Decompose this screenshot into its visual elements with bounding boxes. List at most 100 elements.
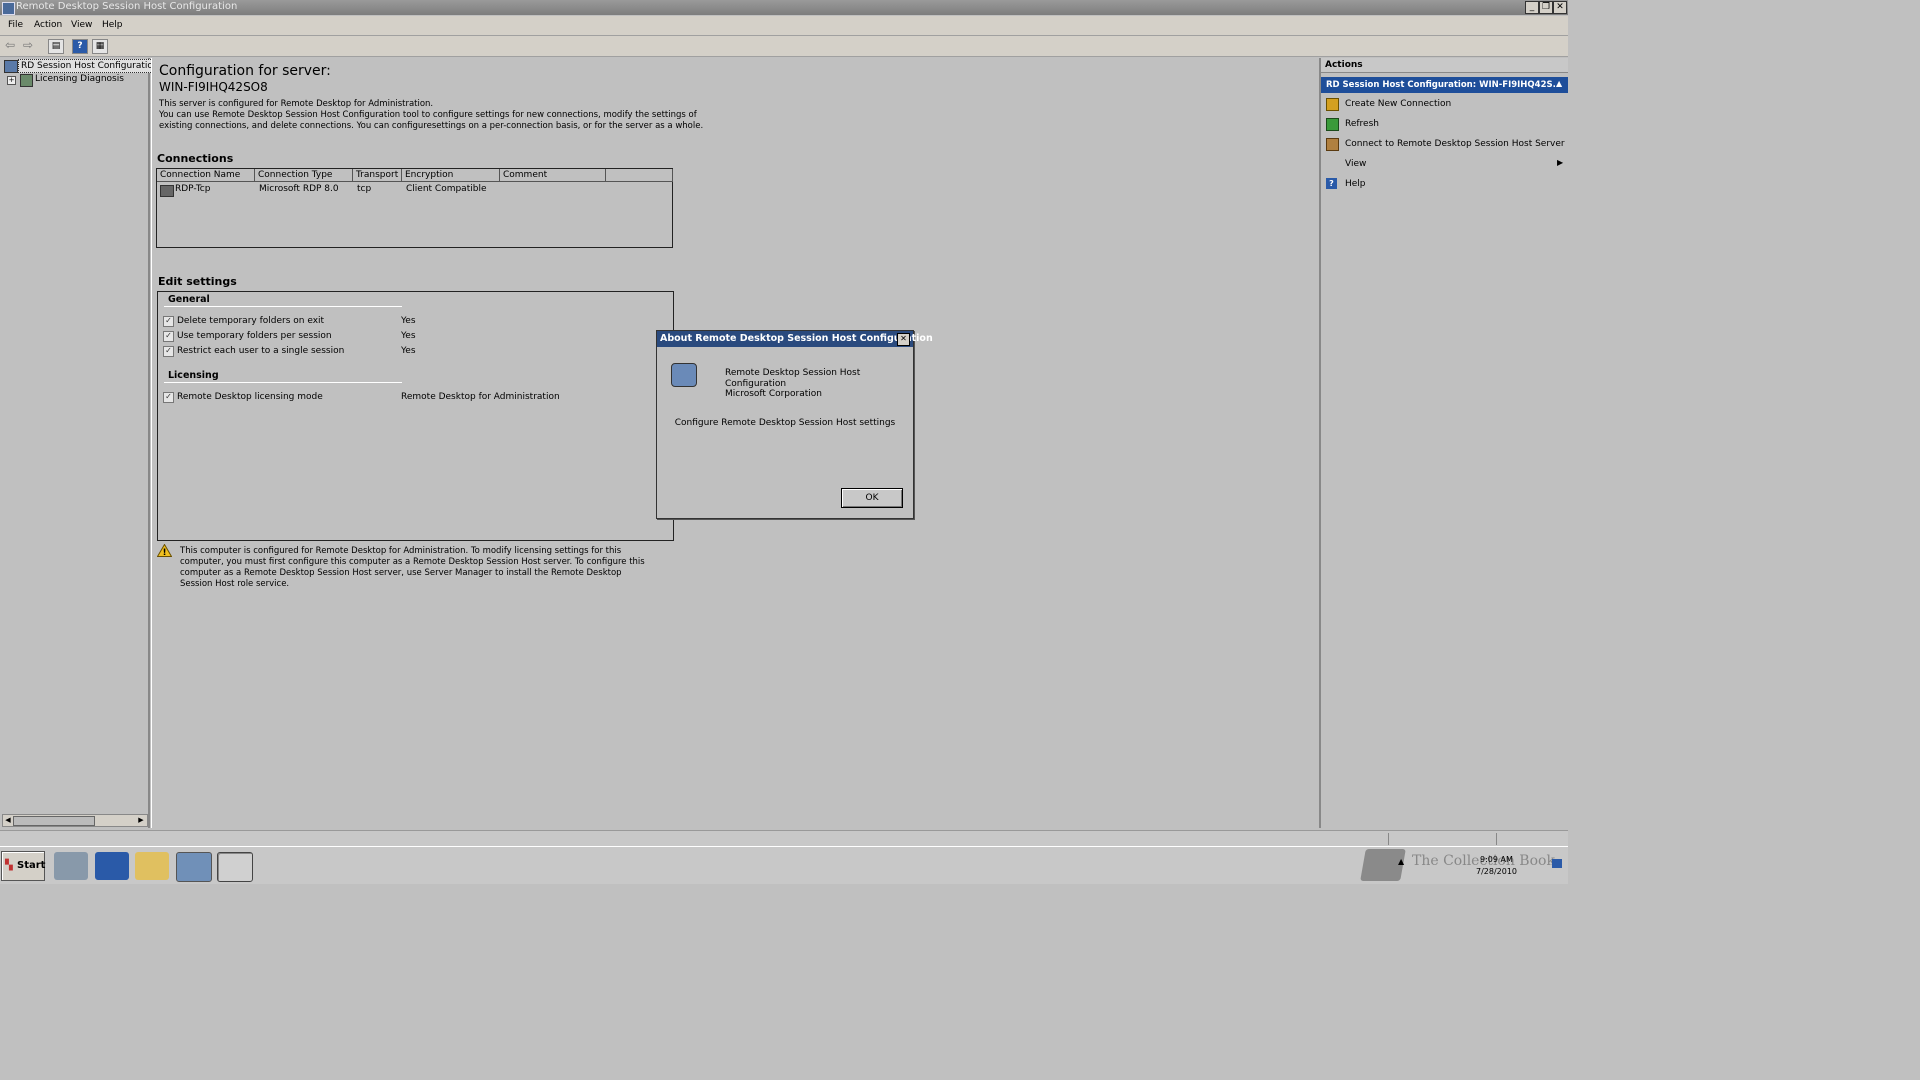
back-arrow-icon[interactable]: ⇦	[3, 39, 17, 52]
clock-time[interactable]: 9:09 AM	[1480, 855, 1513, 864]
action-create-new-connection[interactable]: Create New Connection	[1345, 99, 1451, 109]
status-divider	[1388, 833, 1389, 845]
refresh-icon	[1326, 118, 1339, 131]
edit-settings-title: Edit settings	[158, 275, 237, 288]
action-view[interactable]: View	[1345, 159, 1366, 169]
window-title: Remote Desktop Session Host Configuratio…	[16, 1, 238, 12]
powershell-icon[interactable]	[95, 852, 129, 880]
warning-icon: !	[157, 544, 172, 557]
svg-text:!: !	[162, 548, 166, 557]
rdsh-app-icon	[671, 363, 697, 387]
table-row[interactable]: RDP-Tcp Microsoft RDP 8.0 tcp Client Com…	[157, 184, 670, 197]
expand-icon[interactable]: +	[7, 76, 16, 85]
menu-bar: File Action View Help	[0, 16, 1568, 36]
connect-server-icon	[1326, 138, 1339, 151]
start-button[interactable]: ▚ Start	[1, 851, 45, 881]
show-desktop-icon[interactable]	[1552, 859, 1562, 868]
col-connection-name[interactable]: Connection Name	[157, 169, 255, 182]
dialog-product-line-2: Configuration	[725, 379, 787, 389]
dialog-company: Microsoft Corporation	[725, 389, 822, 399]
menu-file[interactable]: File	[8, 20, 23, 30]
server-name: WIN-FI9IHQ42SO8	[159, 80, 268, 94]
warning-line-4: Session Host role service.	[180, 579, 290, 589]
ok-button[interactable]: OK	[841, 488, 903, 508]
cell-encryption: Client Compatible	[406, 184, 487, 194]
start-label: Start	[17, 860, 46, 871]
action-refresh[interactable]: Refresh	[1345, 119, 1379, 129]
general-divider	[164, 306, 402, 307]
warning-line-1: This computer is configured for Remote D…	[180, 546, 622, 556]
setting-label-single-session[interactable]: Restrict each user to a single session	[177, 346, 344, 356]
action-connect-server[interactable]: Connect to Remote Desktop Session Host S…	[1345, 139, 1565, 149]
tray-expand-icon[interactable]: ▲	[1398, 857, 1404, 866]
server-config-icon	[4, 60, 18, 73]
server-desc-3: existing connections, and delete connect…	[159, 121, 704, 131]
col-encryption[interactable]: Encryption	[402, 169, 500, 182]
help-icon: ?	[1326, 178, 1337, 189]
cell-transport: tcp	[357, 184, 372, 194]
scroll-left-icon[interactable]: ◀	[3, 815, 13, 826]
horizontal-scrollbar[interactable]: ◀ ▶	[2, 814, 148, 827]
licensing-title: Licensing	[168, 370, 219, 381]
minimize-button[interactable]: _	[1525, 1, 1539, 14]
dialog-description: Configure Remote Desktop Session Host se…	[674, 418, 896, 428]
dialog-title-bar: About Remote Desktop Session Host Config…	[657, 331, 933, 347]
title-bar: Remote Desktop Session Host Configuratio…	[0, 0, 1568, 15]
actions-section-header[interactable]: RD Session Host Configuration: WIN-FI9IH…	[1321, 77, 1568, 93]
tree-pane: RD Session Host Configuration: + Licensi…	[0, 58, 165, 828]
connections-title: Connections	[157, 152, 234, 165]
config-heading: Configuration for server:	[159, 63, 331, 79]
setting-label-licensing-mode[interactable]: Remote Desktop licensing mode	[177, 392, 323, 402]
licensing-divider	[164, 382, 402, 383]
collapse-icon[interactable]: ▲	[1556, 79, 1562, 88]
toolbar: ⇦ ⇨ ▤ ? ▦	[0, 36, 1568, 57]
setting-value-temp-folders: Yes	[401, 331, 416, 341]
show-hide-tree-icon[interactable]: ▤	[48, 39, 64, 54]
cell-name: RDP-Tcp	[175, 184, 211, 194]
tree-licensing-diagnosis[interactable]: Licensing Diagnosis	[35, 74, 124, 84]
action-help[interactable]: Help	[1345, 179, 1366, 189]
actions-header: Actions	[1321, 58, 1568, 73]
action-pane-icon[interactable]: ▦	[92, 39, 108, 54]
restore-button[interactable]: ❐	[1539, 1, 1553, 14]
app-icon	[2, 2, 15, 15]
scroll-right-icon[interactable]: ▶	[136, 815, 146, 826]
control-panel-icon[interactable]	[176, 852, 212, 882]
menu-action[interactable]: Action	[34, 20, 62, 30]
submenu-arrow-icon: ▶	[1557, 158, 1564, 167]
diagnosis-icon	[20, 74, 33, 87]
setting-icon: ✓	[163, 346, 174, 357]
setting-label-temp-folders[interactable]: Use temporary folders per session	[177, 331, 332, 341]
forward-arrow-icon[interactable]: ⇨	[21, 39, 35, 52]
actions-section-title: RD Session Host Configuration: WIN-FI9IH…	[1326, 80, 1563, 90]
col-transport[interactable]: Transport	[353, 169, 402, 182]
close-button[interactable]: ✕	[1553, 1, 1567, 14]
status-bar	[0, 830, 1568, 847]
server-manager-icon[interactable]	[54, 852, 88, 880]
explorer-icon[interactable]	[135, 852, 169, 880]
windows-logo-icon: ▚	[5, 860, 13, 871]
setting-label-delete-temp[interactable]: Delete temporary folders on exit	[177, 316, 324, 326]
setting-value-single-session: Yes	[401, 346, 416, 356]
setting-value-licensing-mode: Remote Desktop for Administration	[401, 392, 560, 402]
tree-root-node[interactable]: RD Session Host Configuration:	[18, 59, 165, 73]
rdsh-config-taskbar-icon[interactable]	[217, 852, 253, 882]
server-desc-1: This server is configured for Remote Des…	[159, 99, 434, 109]
dialog-close-icon[interactable]: ✕	[897, 333, 910, 346]
scroll-thumb[interactable]	[13, 816, 95, 826]
menu-help[interactable]: Help	[102, 20, 123, 30]
setting-icon: ✓	[163, 331, 174, 342]
server-desc-2: You can use Remote Desktop Session Host …	[159, 110, 697, 120]
general-title: General	[168, 294, 210, 305]
connections-table: Connection Name Connection Type Transpor…	[156, 168, 673, 248]
new-connection-icon	[1326, 98, 1339, 111]
col-comment[interactable]: Comment	[500, 169, 606, 182]
connection-icon	[160, 185, 174, 197]
clock-date[interactable]: 7/28/2010	[1476, 867, 1517, 876]
about-dialog: About Remote Desktop Session Host Config…	[656, 330, 933, 519]
setting-icon: ✓	[163, 392, 174, 403]
menu-view[interactable]: View	[71, 20, 92, 30]
help-icon[interactable]: ?	[72, 39, 88, 54]
dialog-title: About Remote Desktop Session Host Config…	[660, 333, 933, 344]
col-connection-type[interactable]: Connection Type	[255, 169, 353, 182]
